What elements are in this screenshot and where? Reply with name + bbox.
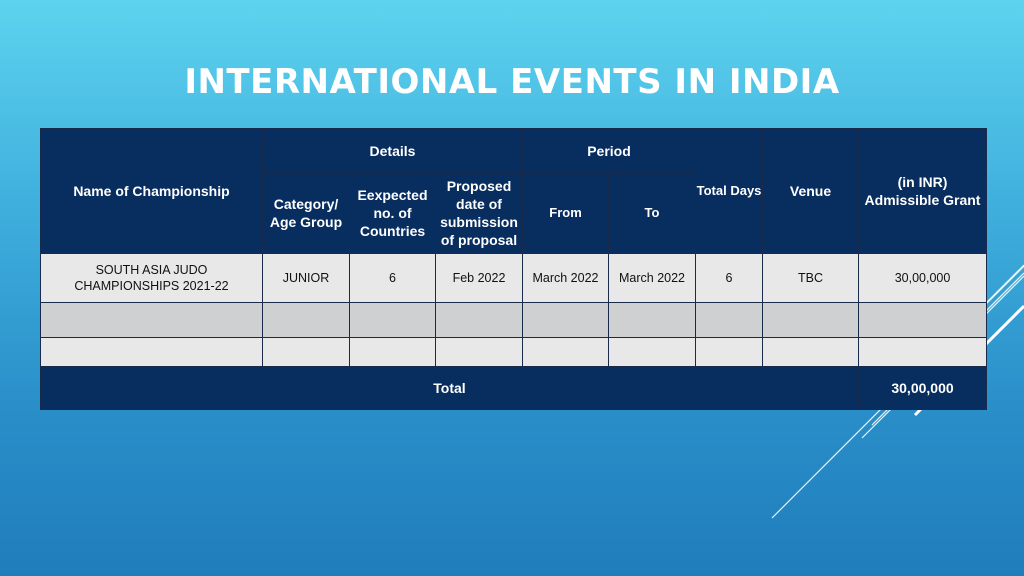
header-grant-unit: (in INR) <box>897 174 948 190</box>
cell-name: SOUTH ASIA JUDO CHAMPIONSHIPS 2021-22 <box>40 253 263 303</box>
header-expected-countries: Eexpected no. of Countries <box>349 172 436 254</box>
header-proposed-date: Proposed date of submission of proposal <box>435 172 523 254</box>
header-category: Category/ Age Group <box>262 172 350 254</box>
header-from: From <box>522 172 609 254</box>
cell-from: March 2022 <box>522 253 609 303</box>
header-total-days: Total Days <box>695 128 764 254</box>
total-value: 30,00,000 <box>858 366 988 410</box>
header-grant-label: Admissible Grant <box>864 192 981 208</box>
cell-venue: TBC <box>762 253 860 303</box>
table-row: SOUTH ASIA JUDO CHAMPIONSHIPS 2021-22 JU… <box>40 253 988 303</box>
cell-category: JUNIOR <box>262 253 350 303</box>
cell-days: 6 <box>695 253 764 303</box>
header-name: Name of Championship <box>40 128 263 254</box>
cell-grant: 30,00,000 <box>858 253 988 303</box>
total-label: Total <box>39 366 860 410</box>
empty-table-row <box>40 337 988 367</box>
header-period: Period <box>521 128 697 173</box>
header-venue: Venue <box>762 128 860 254</box>
total-row: Total 30,00,000 <box>39 366 988 410</box>
cell-proposed: Feb 2022 <box>435 253 523 303</box>
header-details: Details <box>262 128 523 173</box>
header-to: To <box>607 172 697 254</box>
cell-to: March 2022 <box>607 253 697 303</box>
events-table: Name of Championship Details Period Tota… <box>39 128 988 410</box>
header-grant: (in INR) Admissible Grant <box>858 128 988 254</box>
empty-table-row <box>40 302 988 338</box>
cell-countries: 6 <box>349 253 436 303</box>
